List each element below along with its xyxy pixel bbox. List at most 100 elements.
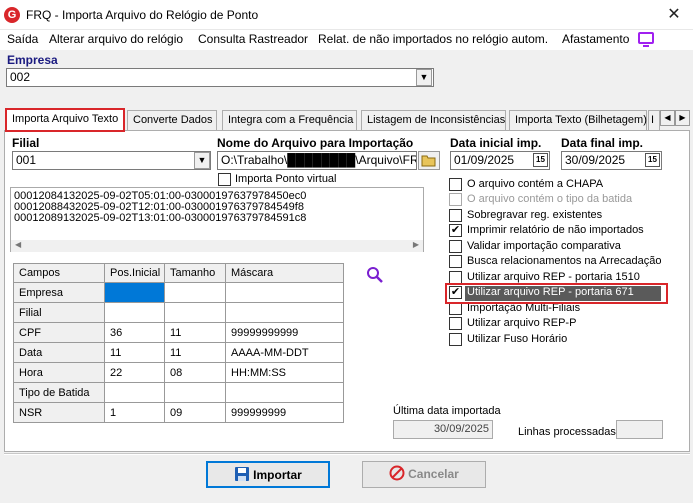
grid-cell[interactable]: 08 bbox=[164, 362, 226, 383]
grid-cell[interactable]: 1 bbox=[104, 402, 165, 423]
option-label: O arquivo contém o tipo da batida bbox=[467, 193, 633, 205]
table-row[interactable]: Filial bbox=[13, 302, 344, 323]
option-label: Sobregravar reg. existentes bbox=[467, 209, 603, 221]
grid-cell[interactable]: 999999999 bbox=[225, 402, 344, 423]
scroll-right-icon[interactable]: ▶ bbox=[413, 240, 419, 249]
chevron-down-icon[interactable]: ▼ bbox=[194, 152, 210, 169]
cancelar-label: Cancelar bbox=[408, 467, 459, 481]
divider bbox=[4, 453, 690, 455]
grid-cell[interactable] bbox=[104, 302, 165, 323]
tab-listagem-inconsistencias[interactable]: Listagem de Inconsistências bbox=[361, 110, 506, 131]
arquivo-label: Nome do Arquivo para Importação bbox=[217, 136, 414, 150]
grid-cell[interactable] bbox=[225, 382, 344, 403]
linhas-processadas-label: Linhas processadas bbox=[518, 426, 616, 438]
grid-cell: Data bbox=[13, 342, 105, 363]
tab-integra-frequencia[interactable]: Integra com a Frequência bbox=[222, 110, 357, 131]
grid-cell[interactable]: 22 bbox=[104, 362, 165, 383]
scroll-left-icon[interactable]: ◀ bbox=[15, 240, 21, 249]
tab-scroll-left-icon[interactable]: ◀ bbox=[660, 110, 675, 126]
grid-header-cell: Campos bbox=[13, 263, 105, 283]
grid-cell[interactable]: 11 bbox=[104, 342, 165, 363]
close-icon[interactable]: ✕ bbox=[662, 4, 686, 26]
importa-ponto-virtual-label: Importa Ponto virtual bbox=[235, 173, 337, 185]
calendar-icon[interactable]: 15 bbox=[645, 153, 660, 167]
cancel-icon bbox=[389, 465, 405, 481]
chevron-down-icon[interactable]: ▼ bbox=[416, 69, 432, 86]
option-sobregravar-checkbox[interactable] bbox=[449, 209, 462, 222]
menu-relat-nao-importados[interactable]: Relat. de não importados no relógio auto… bbox=[318, 32, 548, 46]
linhas-processadas-field bbox=[616, 420, 663, 439]
table-row[interactable]: CPF 36 11 99999999999 bbox=[13, 322, 344, 343]
menu-saida[interactable]: Saída bbox=[7, 32, 38, 46]
grid-cell[interactable]: 11 bbox=[164, 322, 226, 343]
tab-converte-dados[interactable]: Converte Dados bbox=[127, 110, 217, 131]
tab-truncated[interactable]: I bbox=[648, 110, 660, 131]
importar-button[interactable]: Importar bbox=[206, 461, 330, 488]
options-list: O arquivo contém a CHAPA O arquivo conté… bbox=[449, 178, 669, 348]
save-icon bbox=[235, 467, 250, 481]
option-tipo-batida-checkbox bbox=[449, 193, 462, 206]
grid-cell-selected[interactable] bbox=[104, 282, 165, 303]
horizontal-scrollbar[interactable]: ◀ ▶ bbox=[11, 240, 423, 252]
menu-afastamento[interactable]: Afastamento bbox=[562, 32, 629, 46]
grid-cell: Empresa bbox=[13, 282, 105, 303]
tab-importa-arquivo-texto[interactable]: Importa Arquivo Texto bbox=[5, 108, 125, 132]
option-label: Imprimir relatório de não importados bbox=[467, 224, 644, 236]
option-label: Utilizar Fuso Horário bbox=[467, 333, 568, 345]
table-row[interactable]: Empresa bbox=[13, 282, 344, 303]
grid-cell: Tipo de Batida bbox=[13, 382, 105, 403]
grid-cell[interactable]: 11 bbox=[164, 342, 226, 363]
ultima-data-field: 30/09/2025 bbox=[393, 420, 493, 439]
table-row[interactable]: Data 11 11 AAAA-MM-DDT bbox=[13, 342, 344, 363]
grid-cell: Filial bbox=[13, 302, 105, 323]
option-contem-chapa-checkbox[interactable] bbox=[449, 178, 462, 191]
grid-cell: CPF bbox=[13, 322, 105, 343]
grid-cell[interactable] bbox=[164, 282, 226, 303]
grid-cell[interactable]: HH:MM:SS bbox=[225, 362, 344, 383]
option-imprimir-relatorio-checkbox[interactable]: ✔ bbox=[449, 224, 462, 237]
grid-cell[interactable]: AAAA-MM-DDT bbox=[225, 342, 344, 363]
table-row[interactable]: Hora 22 08 HH:MM:SS bbox=[13, 362, 344, 383]
window-title: FRQ - Importa Arquivo do Relógio de Pont… bbox=[26, 8, 259, 22]
cancelar-button[interactable]: Cancelar bbox=[362, 461, 486, 488]
grid-header-row: Campos Pos.Inicial Tamanho Máscara bbox=[13, 263, 344, 283]
open-folder-button[interactable] bbox=[418, 151, 440, 170]
grid-cell[interactable] bbox=[164, 382, 226, 403]
filial-label: Filial bbox=[12, 136, 40, 150]
grid-cell[interactable] bbox=[225, 302, 344, 323]
grid-cell: Hora bbox=[13, 362, 105, 383]
table-row[interactable]: Tipo de Batida bbox=[13, 382, 344, 403]
tab-importa-texto-bilhetagem[interactable]: Importa Texto (Bilhetagem) bbox=[509, 110, 647, 131]
empresa-select[interactable]: 002 bbox=[6, 68, 434, 87]
menu-consulta-rastreador[interactable]: Consulta Rastreador bbox=[198, 32, 308, 46]
option-label: O arquivo contém a CHAPA bbox=[467, 178, 604, 190]
option-validar-importacao-checkbox[interactable] bbox=[449, 240, 462, 253]
grid-header-cell: Pos.Inicial bbox=[104, 263, 165, 283]
arquivo-input[interactable]: O:\Trabalho\████████\Arquivo\FRQ\AFD\ bbox=[217, 151, 417, 170]
grid-cell[interactable]: 09 bbox=[164, 402, 226, 423]
option-rep-p-checkbox[interactable] bbox=[449, 317, 462, 330]
search-icon[interactable] bbox=[366, 266, 384, 284]
grid-cell[interactable]: 99999999999 bbox=[225, 322, 344, 343]
folder-icon bbox=[421, 155, 436, 167]
monitor-icon[interactable] bbox=[638, 32, 654, 47]
option-label: Utilizar arquivo REP - portaria 1510 bbox=[467, 271, 640, 283]
filial-select[interactable]: 001 bbox=[12, 151, 211, 170]
table-row[interactable]: NSR 1 09 999999999 bbox=[13, 402, 344, 423]
menu-alterar-arquivo[interactable]: Alterar arquivo do relógio bbox=[49, 32, 183, 46]
log-line: 00012089132025-09-02T13:01:00-0300019763… bbox=[14, 212, 307, 224]
option-fuso-horario-checkbox[interactable] bbox=[449, 333, 462, 346]
grid-cell[interactable]: 36 bbox=[104, 322, 165, 343]
importa-ponto-virtual-checkbox[interactable] bbox=[218, 173, 231, 186]
grid-cell[interactable] bbox=[104, 382, 165, 403]
campos-grid[interactable]: Campos Pos.Inicial Tamanho Máscara Empre… bbox=[13, 263, 344, 423]
calendar-icon[interactable]: 15 bbox=[533, 153, 548, 167]
option-label: Validar importação comparativa bbox=[467, 240, 621, 252]
app-logo-icon: G bbox=[4, 7, 20, 23]
grid-cell[interactable] bbox=[164, 302, 226, 323]
option-busca-relacionamentos-checkbox[interactable] bbox=[449, 255, 462, 268]
empresa-label: Empresa bbox=[7, 53, 58, 67]
importar-label: Importar bbox=[253, 468, 302, 482]
grid-cell[interactable] bbox=[225, 282, 344, 303]
tab-scroll-right-icon[interactable]: ▶ bbox=[675, 110, 690, 126]
